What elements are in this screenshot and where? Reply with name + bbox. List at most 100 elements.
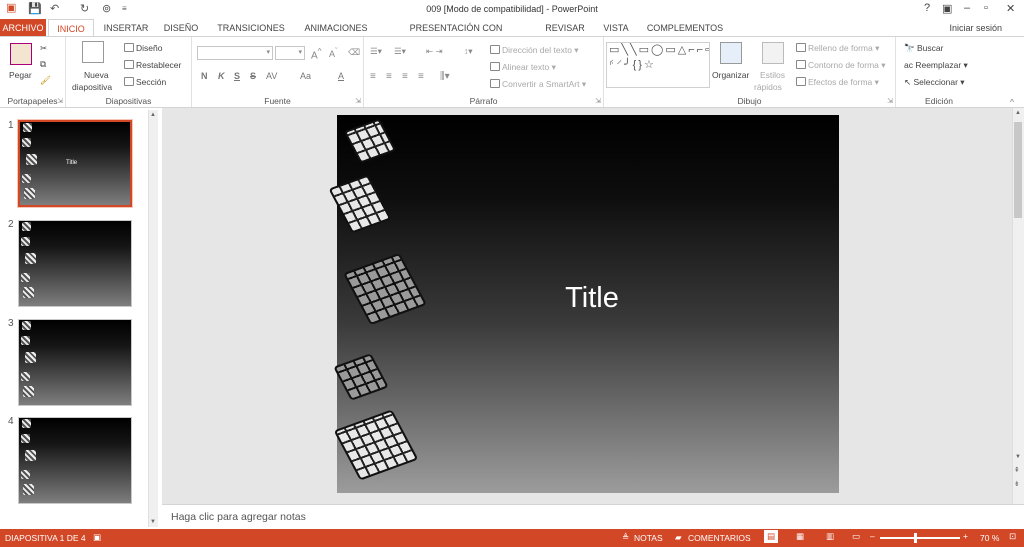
strike-button[interactable]: S [250, 71, 256, 81]
align-center-icon[interactable]: ≡ [386, 71, 392, 82]
editor-scrollbar[interactable]: ▲ ▼ ⇞ ⇟ [1012, 108, 1024, 504]
line-spacing-icon[interactable]: ↕▾ [464, 46, 473, 57]
next-slide-icon[interactable]: ⇟ [1014, 480, 1020, 488]
notes-placeholder[interactable]: Haga clic para agregar notas [171, 511, 306, 523]
text-direction-button[interactable]: Dirección del texto [502, 45, 572, 55]
shapes-gallery[interactable]: ▭╲╲▭◯▭△⌐⌐⇨⇩◊ ⸄⸍╯{}☆ [606, 42, 710, 88]
shape-outline-button[interactable]: Contorno de forma [808, 60, 879, 70]
arrange-button[interactable]: Organizar [712, 70, 749, 80]
bullets-icon[interactable]: ☰▾ [370, 46, 382, 57]
quick-styles-icon[interactable] [762, 42, 784, 64]
underline-button[interactable]: S [234, 71, 240, 81]
paragraph-launcher-icon[interactable]: ⇲ [595, 97, 601, 105]
tab-inicio[interactable]: INICIO [48, 19, 94, 37]
slide-thumbnail-1[interactable]: Title [17, 119, 133, 208]
slide-title[interactable]: Title [537, 282, 647, 315]
tab-revisar[interactable]: REVISAR [542, 19, 588, 37]
comments-toggle[interactable]: COMENTARIOS [688, 533, 751, 543]
align-left-icon[interactable]: ≡ [370, 71, 376, 82]
clear-format-icon[interactable]: ⌫ [348, 47, 360, 58]
normal-view-icon[interactable]: ▤ [764, 530, 779, 543]
new-slide-label-2[interactable]: diapositiva [72, 82, 112, 92]
bold-button[interactable]: N [201, 71, 208, 81]
font-color-button[interactable]: A [338, 71, 344, 81]
zoom-level[interactable]: 70 % [980, 533, 999, 543]
zoom-slider[interactable] [880, 537, 960, 539]
notes-toggle[interactable]: NOTAS [634, 533, 663, 543]
tab-complementos[interactable]: COMPLEMENTOS [642, 19, 728, 37]
numbering-icon[interactable]: ☰▾ [394, 46, 406, 57]
font-name-combo[interactable] [197, 46, 273, 60]
tab-diseno[interactable]: DISEÑO [158, 19, 204, 37]
scroll-up-icon[interactable]: ▲ [150, 112, 156, 118]
title-bar: ▣ 💾 ↶ ↻ ⊚ ≡ 009 [Modo de compatibilidad]… [0, 0, 1024, 19]
tab-vista[interactable]: VISTA [598, 19, 634, 37]
italic-button[interactable]: K [218, 71, 225, 81]
font-launcher-icon[interactable]: ⇲ [355, 97, 361, 105]
scroll-up-icon[interactable]: ▲ [1015, 110, 1021, 116]
previous-slide-icon[interactable]: ⇞ [1014, 466, 1020, 474]
justify-icon[interactable]: ≡ [418, 71, 424, 82]
new-slide-label-1[interactable]: Nueva [84, 70, 109, 80]
new-slide-icon[interactable] [82, 41, 104, 63]
smartart-button[interactable]: Convertir a SmartArt [502, 79, 579, 89]
select-button[interactable]: Seleccionar [913, 77, 957, 87]
layout-button[interactable]: Diseño [136, 43, 162, 53]
align-text-button[interactable]: Alinear texto [502, 62, 549, 72]
indent-icon[interactable]: ⇤ ⇥ [426, 46, 443, 57]
thumbnail-scrollbar[interactable]: ▲ ▼ [148, 110, 158, 527]
notes-pane[interactable]: Haga clic para agregar notas [162, 504, 1024, 529]
clipboard-launcher-icon[interactable]: ⇲ [57, 97, 63, 105]
cut-icon[interactable]: ✂ [40, 43, 47, 54]
cube-image [23, 123, 32, 132]
minimize-button[interactable]: – [964, 2, 970, 14]
align-right-icon[interactable]: ≡ [402, 71, 408, 82]
zoom-out-icon[interactable]: – [870, 531, 875, 541]
scroll-down-icon[interactable]: ▼ [150, 519, 156, 525]
paste-icon[interactable] [10, 43, 32, 65]
shape-fill-button[interactable]: Relleno de forma [808, 43, 873, 53]
tab-archivo[interactable]: ARCHIVO [0, 19, 46, 37]
arrange-icon[interactable] [720, 42, 742, 64]
spellcheck-icon[interactable]: ▣ [93, 532, 101, 543]
tab-insertar[interactable]: INSERTAR [100, 19, 152, 37]
shape-effects-button[interactable]: Efectos de forma [808, 77, 872, 87]
find-button[interactable]: Buscar [917, 43, 943, 53]
reset-button[interactable]: Restablecer [136, 60, 181, 70]
quick-styles-label-2[interactable]: rápidos [754, 82, 782, 92]
close-button[interactable]: ✕ [1006, 2, 1015, 15]
tab-animaciones[interactable]: ANIMACIONES [296, 19, 376, 37]
replace-button[interactable]: Reemplazar [915, 60, 961, 70]
decrease-font-icon[interactable]: Aˇ [329, 46, 338, 59]
maximize-button[interactable]: ▫ [984, 2, 988, 14]
zoom-slider-thumb[interactable] [914, 533, 917, 543]
zoom-in-icon[interactable]: + [963, 531, 968, 541]
columns-icon[interactable]: ⫼▾ [440, 71, 450, 82]
copy-icon[interactable]: ⧉ [40, 59, 46, 70]
sign-in-link[interactable]: Iniciar sesión [949, 23, 1002, 33]
char-spacing-icon[interactable]: AV [266, 71, 277, 81]
drawing-launcher-icon[interactable]: ⇲ [887, 97, 893, 105]
ribbon-display-options-icon[interactable]: ▣ [942, 2, 952, 15]
slide-thumbnail-3[interactable] [18, 319, 132, 406]
reading-view-icon[interactable]: ▥ [826, 531, 834, 542]
quick-styles-label-1[interactable]: Estilos [760, 70, 785, 80]
section-button[interactable]: Sección [136, 77, 166, 87]
collapse-ribbon-icon[interactable]: ^ [1010, 97, 1014, 107]
tab-transiciones[interactable]: TRANSICIONES [210, 19, 292, 37]
slide-thumbnail-2[interactable] [18, 220, 132, 307]
font-size-combo[interactable] [275, 46, 305, 60]
paste-button[interactable]: Pegar [9, 70, 32, 80]
slideshow-icon[interactable]: ▭ [852, 531, 860, 542]
help-icon[interactable]: ? [924, 2, 930, 14]
tab-presentacion[interactable]: PRESENTACIÓN CON DIAPOSITIVAS [380, 19, 532, 51]
change-case-button[interactable]: Aa [300, 71, 311, 81]
slide-thumbnail-4[interactable] [18, 417, 132, 504]
format-painter-icon[interactable]: 🖌 [40, 75, 51, 86]
scroll-thumb[interactable] [1014, 122, 1022, 218]
slide-sorter-icon[interactable]: ▦ [796, 531, 804, 542]
increase-font-icon[interactable]: A^ [311, 46, 322, 61]
slide-canvas[interactable]: Title [328, 115, 839, 493]
fit-slide-icon[interactable]: ⊡ [1009, 531, 1016, 542]
scroll-down-icon[interactable]: ▼ [1015, 454, 1021, 460]
